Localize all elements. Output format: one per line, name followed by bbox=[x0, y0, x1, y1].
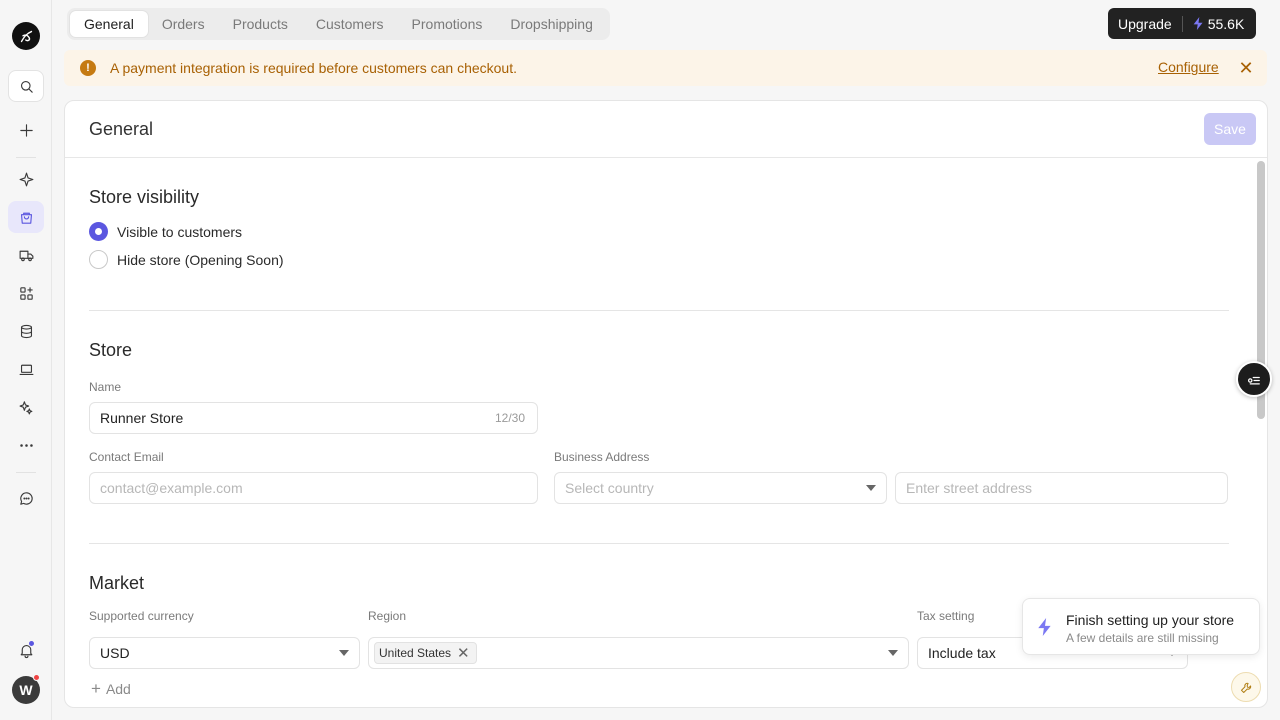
tax-setting-value: Include tax bbox=[928, 645, 996, 661]
add-label: Add bbox=[105, 681, 131, 697]
sidebar-item-device[interactable] bbox=[8, 353, 44, 385]
business-address-label: Business Address bbox=[554, 450, 650, 464]
tab-dropshipping[interactable]: Dropshipping bbox=[496, 11, 607, 37]
sidebar-item-database[interactable] bbox=[8, 315, 44, 347]
region-label: Region bbox=[368, 609, 407, 623]
tab-general[interactable]: General bbox=[70, 11, 148, 37]
radio-unchecked-icon bbox=[89, 250, 108, 269]
credits-value: 55.6K bbox=[1207, 15, 1245, 32]
section-title-store: Store bbox=[89, 340, 133, 360]
contact-email-label: Contact Email bbox=[89, 450, 164, 464]
setup-reminder-toast[interactable]: Finish setting up your store A few detai… bbox=[1022, 598, 1260, 655]
currency-value: USD bbox=[100, 645, 130, 661]
tab-orders[interactable]: Orders bbox=[148, 11, 219, 37]
avatar-status-dot bbox=[33, 674, 40, 681]
checklist-toggle-button[interactable] bbox=[1236, 361, 1272, 397]
region-chip-label: United States bbox=[379, 646, 452, 660]
wrench-icon bbox=[1240, 682, 1251, 693]
chevron-down-icon bbox=[339, 650, 349, 656]
tax-setting-label: Tax setting bbox=[917, 609, 975, 623]
toast-subtitle: A few details are still missing bbox=[1066, 631, 1219, 645]
section-title-market: Market bbox=[89, 573, 145, 593]
radio-checked-icon bbox=[89, 222, 108, 241]
search-icon bbox=[20, 80, 33, 93]
section-title-visibility: Store visibility bbox=[89, 187, 200, 207]
currency-label: Supported currency bbox=[89, 609, 194, 623]
page-title: General bbox=[89, 119, 154, 139]
country-select[interactable]: Select country bbox=[554, 472, 887, 504]
tab-products[interactable]: Products bbox=[219, 11, 302, 37]
lightning-icon bbox=[1193, 17, 1203, 30]
apps-grid-icon bbox=[19, 286, 33, 300]
logo-icon bbox=[20, 30, 32, 42]
chevron-down-icon bbox=[866, 485, 876, 491]
laptop-icon bbox=[19, 364, 33, 375]
notifications-button[interactable] bbox=[8, 634, 44, 666]
truck-icon bbox=[19, 250, 33, 261]
dev-tools-button[interactable] bbox=[1231, 672, 1261, 702]
checklist-icon bbox=[1248, 376, 1260, 385]
notification-dot bbox=[28, 640, 35, 647]
tab-promotions[interactable]: Promotions bbox=[398, 11, 497, 37]
radio-label: Hide store (Opening Soon) bbox=[117, 251, 284, 268]
sidebar-item-chat[interactable] bbox=[8, 482, 44, 514]
store-name-value: Runner Store bbox=[100, 410, 184, 426]
chat-bubble-icon bbox=[19, 491, 33, 505]
section-divider bbox=[89, 543, 1229, 544]
save-button[interactable]: Save bbox=[1204, 113, 1256, 145]
store-name-input[interactable]: Runner Store 12/30 bbox=[89, 402, 538, 434]
sidebar-item-more[interactable] bbox=[8, 429, 44, 461]
rail-divider bbox=[16, 157, 36, 158]
lightning-icon bbox=[1038, 618, 1051, 636]
country-placeholder: Select country bbox=[565, 480, 654, 496]
sparkle-icon bbox=[19, 172, 33, 186]
name-label: Name bbox=[89, 380, 122, 394]
upgrade-label: Upgrade bbox=[1118, 15, 1172, 32]
add-market-button[interactable]: + Add bbox=[91, 679, 131, 698]
region-chip: United States ✕ bbox=[374, 642, 477, 664]
add-button[interactable] bbox=[8, 114, 44, 146]
sidebar-item-store[interactable] bbox=[8, 201, 44, 233]
sidebar-item-apps[interactable] bbox=[8, 277, 44, 309]
app-logo[interactable] bbox=[12, 22, 40, 50]
section-divider bbox=[89, 310, 1229, 311]
radio-label: Visible to customers bbox=[117, 223, 243, 240]
top-tabs: General Orders Products Customers Promot… bbox=[67, 8, 610, 40]
magic-icon bbox=[19, 400, 32, 414]
toast-title: Finish setting up your store bbox=[1066, 612, 1235, 628]
plus-icon bbox=[19, 123, 33, 137]
upgrade-button[interactable]: Upgrade 55.6K bbox=[1108, 8, 1256, 39]
payment-warning-banner: ! A payment integration is required befo… bbox=[64, 50, 1267, 86]
radio-visible-to-customers[interactable]: Visible to customers bbox=[89, 222, 242, 241]
region-select[interactable]: United States ✕ bbox=[368, 637, 909, 669]
remove-chip-icon[interactable]: ✕ bbox=[457, 644, 470, 662]
warning-icon: ! bbox=[80, 60, 96, 76]
sidebar-item-shipping[interactable] bbox=[8, 239, 44, 271]
close-icon[interactable]: ✕ bbox=[1238, 58, 1254, 78]
configure-link[interactable]: Configure bbox=[1158, 59, 1219, 75]
more-dots-icon bbox=[19, 443, 33, 447]
shopping-bag-icon bbox=[20, 212, 32, 224]
radio-hide-store[interactable]: Hide store (Opening Soon) bbox=[89, 250, 284, 269]
contact-email-input[interactable] bbox=[89, 472, 538, 504]
plus-icon: + bbox=[91, 679, 101, 698]
database-icon bbox=[20, 324, 32, 338]
chevron-down-icon bbox=[888, 650, 898, 656]
tab-customers[interactable]: Customers bbox=[302, 11, 398, 37]
rail-divider bbox=[16, 472, 36, 473]
street-address-input[interactable] bbox=[895, 472, 1228, 504]
sidebar-item-integrations[interactable] bbox=[8, 391, 44, 423]
char-counter: 12/30 bbox=[494, 411, 525, 425]
sidebar-rail: W bbox=[0, 0, 52, 720]
card-header: General Save bbox=[65, 101, 1267, 158]
credits-display: 55.6K bbox=[1183, 16, 1255, 32]
currency-select[interactable]: USD bbox=[89, 637, 360, 669]
sidebar-item-ai[interactable] bbox=[8, 163, 44, 195]
search-button[interactable] bbox=[8, 70, 44, 102]
banner-message: A payment integration is required before… bbox=[110, 60, 517, 76]
